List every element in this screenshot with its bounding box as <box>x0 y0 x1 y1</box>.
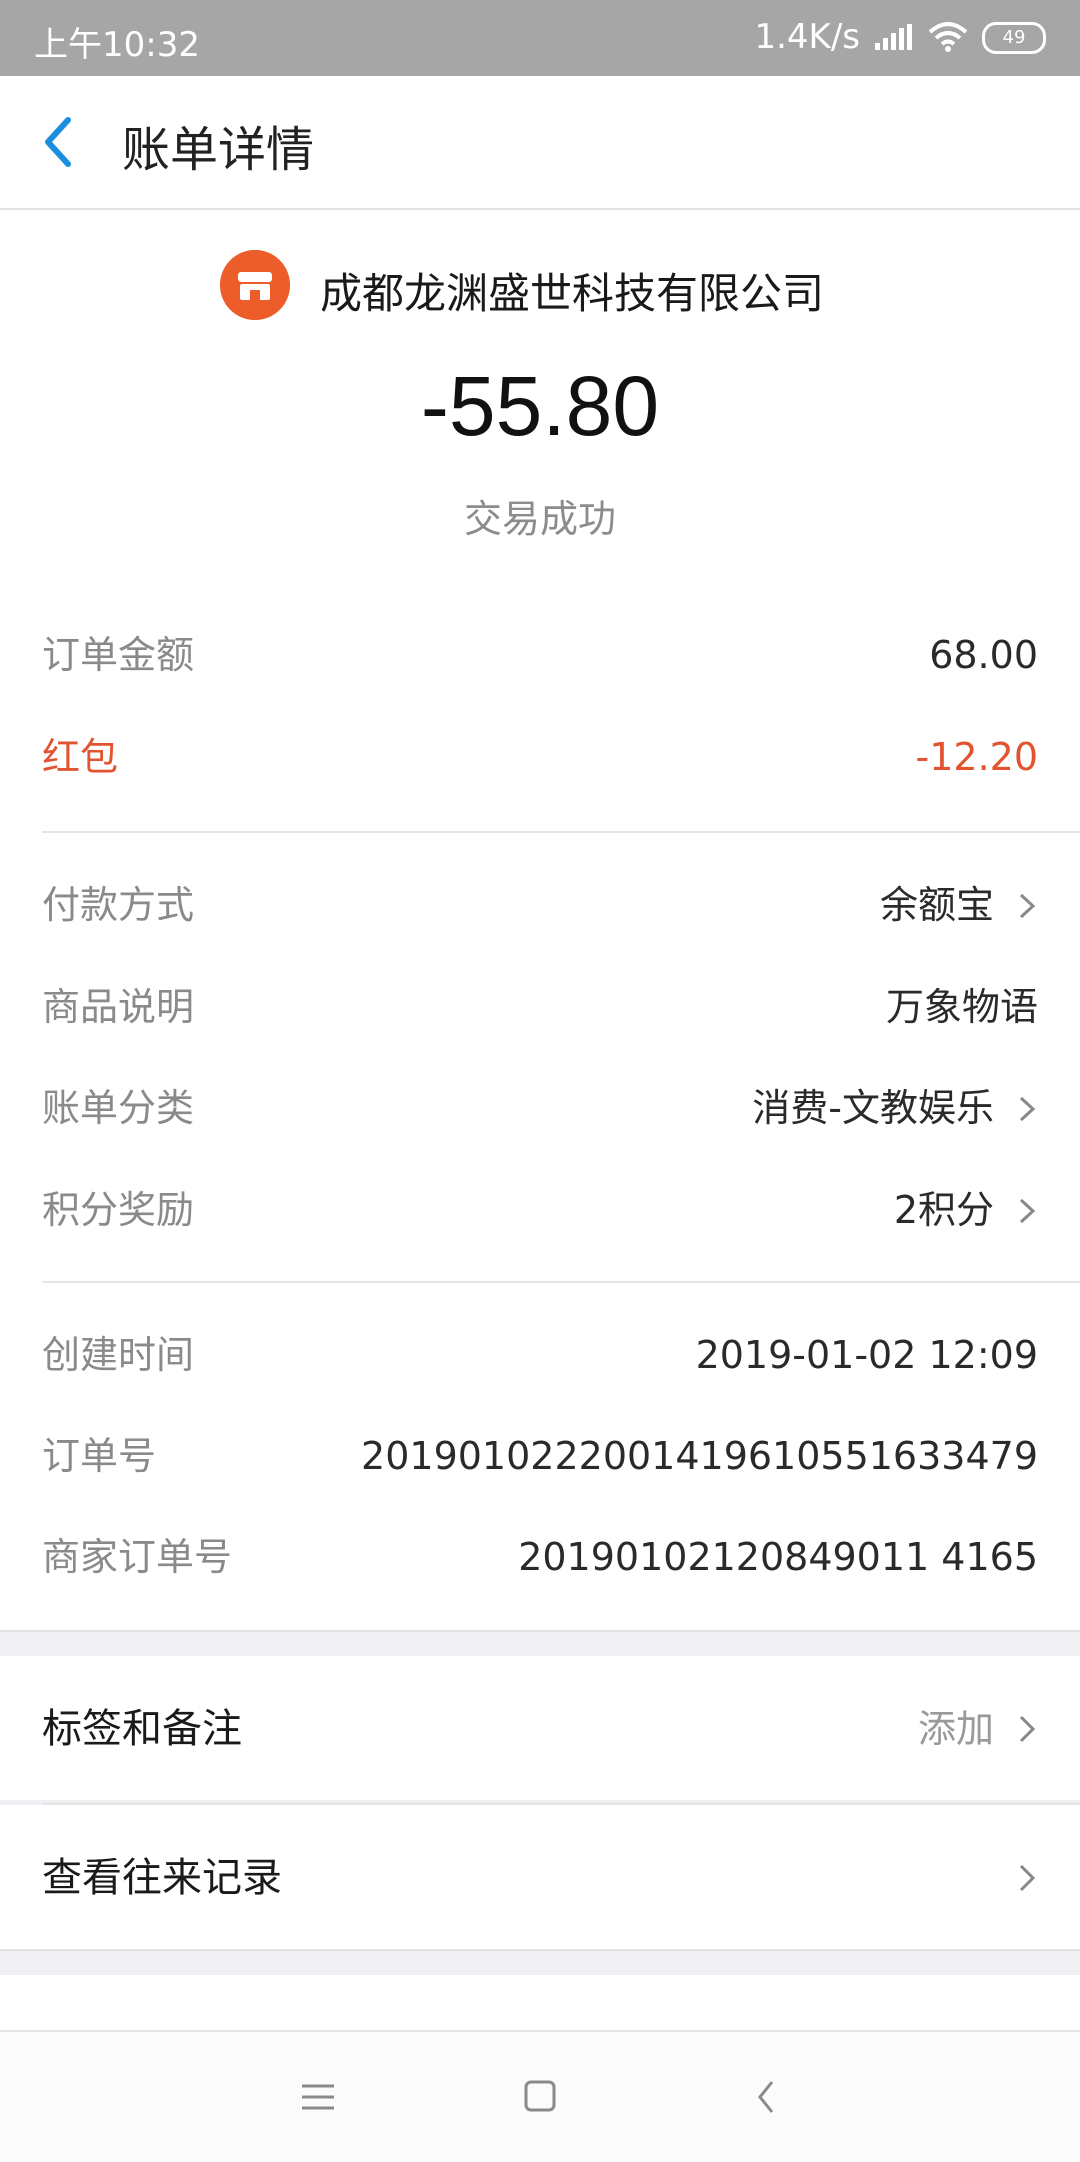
row-value: 2019010222001419610551633479 <box>361 1434 1038 1478</box>
section-gap <box>0 1949 1080 1977</box>
row-order-amount: 订单金额 68.00 <box>42 625 1038 685</box>
system-nav-bar <box>0 2030 1080 2162</box>
row-product-description: 商品说明 万象物语 <box>42 977 1038 1037</box>
status-indicators: 1.4K/s 49 <box>754 17 1046 57</box>
row-label: 订单号 <box>42 1434 157 1478</box>
row-label: 商家订单号 <box>42 1535 233 1579</box>
row-value: 余额宝 <box>879 883 994 927</box>
menu-icon[interactable] <box>288 2072 348 2122</box>
chevron-right-icon <box>1019 1864 1036 1892</box>
row-merchant-order-number: 商家订单号 20190102120849011 4165 <box>42 1527 1038 1587</box>
row-points-reward[interactable]: 积分奖励 2积分 <box>42 1180 1038 1240</box>
add-link[interactable]: 添加 <box>918 1698 994 1753</box>
row-value: 2019-01-02 12:09 <box>695 1333 1038 1377</box>
row-bill-category[interactable]: 账单分类 消费-文教娱乐 <box>42 1078 1038 1138</box>
tags-and-notes-button[interactable]: 标签和备注 添加 <box>0 1656 1080 1800</box>
chevron-right-icon <box>1019 893 1036 919</box>
back-arrow-icon[interactable] <box>38 114 82 170</box>
row-value: 68.00 <box>929 633 1038 677</box>
row-red-packet: 红包 -12.20 <box>42 727 1038 787</box>
status-time: 上午10:32 <box>34 25 200 65</box>
row-label: 商品说明 <box>42 985 195 1029</box>
section-gap <box>0 1630 1080 1658</box>
signal-icon <box>875 24 912 50</box>
home-icon[interactable] <box>510 2072 570 2122</box>
row-created-time: 创建时间 2019-01-02 12:09 <box>42 1325 1038 1385</box>
row-label: 订单金额 <box>42 633 195 677</box>
page-title: 账单详情 <box>122 122 315 178</box>
divider <box>42 831 1080 833</box>
merchant-name: 成都龙渊盛世科技有限公司 <box>320 269 825 318</box>
action-label: 标签和备注 <box>42 1706 242 1752</box>
row-value: 20190102120849011 4165 <box>518 1535 1038 1579</box>
action-label: 查看往来记录 <box>42 1855 282 1901</box>
chevron-right-icon <box>1019 1096 1036 1122</box>
merchant-header: 成都龙渊盛世科技有限公司 <box>0 250 1080 330</box>
row-label: 付款方式 <box>42 883 195 927</box>
row-value: 2积分 <box>893 1188 994 1232</box>
battery-icon: 49 <box>982 22 1046 54</box>
status-bar: 上午10:32 1.4K/s 49 <box>0 0 1080 76</box>
row-payment-method[interactable]: 付款方式 余额宝 <box>42 875 1038 935</box>
row-value: 万象物语 <box>885 985 1038 1029</box>
row-value: 消费-文教娱乐 <box>752 1086 994 1130</box>
row-label: 创建时间 <box>42 1333 195 1377</box>
row-label: 积分奖励 <box>42 1188 195 1232</box>
transaction-amount: -55.80 <box>420 359 660 453</box>
wifi-icon <box>928 22 968 52</box>
row-label: 红包 <box>42 735 119 779</box>
view-history-button[interactable]: 查看往来记录 <box>0 1805 1080 1949</box>
row-label: 账单分类 <box>42 1086 195 1130</box>
row-order-number: 订单号 2019010222001419610551633479 <box>42 1426 1038 1486</box>
bill-detail-card: 成都龙渊盛世科技有限公司 -55.80 交易成功 订单金额 68.00 红包 -… <box>0 210 1080 1630</box>
row-value: -12.20 <box>915 735 1039 779</box>
transaction-status: 交易成功 <box>463 497 616 541</box>
chevron-right-icon <box>1019 1715 1036 1743</box>
back-icon[interactable] <box>738 2072 798 2122</box>
chevron-right-icon <box>1019 1198 1036 1224</box>
nav-bar: 账单详情 <box>0 76 1080 210</box>
store-icon <box>220 250 290 320</box>
next-section <box>0 1975 1080 2030</box>
network-speed: 1.4K/s <box>754 17 860 57</box>
divider <box>42 1281 1080 1283</box>
